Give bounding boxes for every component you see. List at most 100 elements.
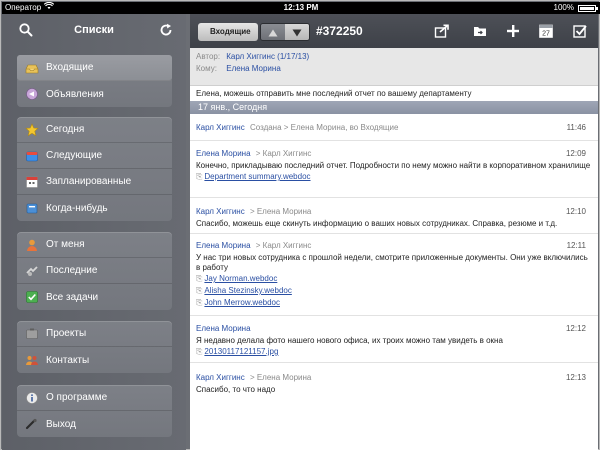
message-sender[interactable]: Елена Морина (196, 149, 251, 158)
forward-icon[interactable] (434, 23, 450, 39)
author-label: Автор: (196, 52, 221, 61)
ticket-subject: Елена, можешь отправить мне последний от… (190, 87, 598, 101)
announcements-icon (25, 87, 39, 101)
arrow-up-icon (268, 24, 278, 40)
sidebar-item-inbox[interactable]: Входящие (17, 55, 172, 81)
status-bar: Оператор 12:13 PM 100% (2, 1, 600, 14)
status-time: 12:13 PM (283, 3, 319, 12)
message-text: Спасибо, можешь еще скинуть информацию о… (196, 219, 558, 228)
sidebar-item-label: Запланированные (46, 176, 132, 187)
message-text: Конечно, прикладываю последний отчет. По… (196, 161, 591, 170)
sidebar-item-label: О программе (46, 392, 108, 403)
sidebar-item-recent[interactable]: Последние (17, 258, 172, 284)
attachment-link[interactable]: ⎘ Department summary.webdoc (196, 171, 592, 183)
message-recipient: > Елена Морина (249, 373, 312, 382)
sidebar-item-today[interactable]: Сегодня (17, 117, 172, 143)
paperclip-icon: ⎘ (196, 347, 203, 356)
sidebar-item-announcements[interactable]: Объявления (17, 81, 172, 107)
attachment-name: Department summary.webdoc (204, 172, 311, 181)
sidebar-header: Списки (2, 14, 186, 48)
sidebar-item-label: Выход (46, 418, 76, 430)
someday-box-icon (25, 201, 39, 215)
message-text: Спасибо, то что надо (196, 385, 276, 394)
sidebar-group-schedule: Сегодня Следующие Запланированные Когда-… (17, 117, 172, 221)
message-recipient: > Елена Морина (249, 207, 312, 216)
paperclip-icon: ⎘ (196, 172, 203, 181)
ticket-number: #372250 (316, 24, 363, 38)
message-list: Карл Хиггинс Создана > Елена Морина, во … (190, 114, 598, 450)
sidebar-item-about[interactable]: О программе (17, 385, 172, 411)
attachment-name: Jay Norman.webdoc (204, 274, 278, 283)
message-sender[interactable]: Елена Морина (196, 241, 251, 250)
attachment-link[interactable]: ⎘ 20130117121157.jpg (196, 346, 592, 358)
sidebar-item-from-me[interactable]: От меня (17, 232, 172, 258)
paperclip-icon: ⎘ (196, 298, 203, 307)
message-recipient: > Карл Хиггинс (255, 149, 312, 158)
mark-done-icon[interactable] (572, 23, 588, 39)
sidebar-item-next[interactable]: Следующие (17, 143, 172, 169)
sidebar-item-contacts[interactable]: Контакты (17, 347, 172, 373)
app-frame: Оператор 12:13 PM 100% Списки Входящие О… (0, 0, 600, 450)
move-to-folder-icon[interactable] (472, 23, 488, 39)
sidebar: Списки Входящие Объявления Сегодня Следу… (2, 14, 186, 450)
previous-ticket-button[interactable] (261, 24, 285, 40)
attachment-link[interactable]: ⎘ John Merrow.webdoc (196, 297, 592, 309)
refresh-icon[interactable] (158, 22, 174, 38)
sidebar-item-label: Все задачи (46, 291, 99, 303)
calendar-icon[interactable]: 27 (538, 23, 554, 39)
recipient-link[interactable]: Елена Морина (226, 64, 281, 73)
ticket-header: Автор: Карл Хиггинс (1/17/13) Кому: Елен… (190, 48, 598, 86)
sidebar-item-label: Объявления (46, 88, 104, 100)
date-separator: 17 янв., Сегодня (190, 101, 598, 114)
sidebar-group-tasks: От меня Последние Все задачи (17, 232, 172, 310)
message-sender[interactable]: Карл Хиггинс (196, 207, 245, 216)
message-recipient: > Карл Хиггинс (255, 241, 312, 250)
author-link[interactable]: Карл Хиггинс (1/17/13) (226, 52, 309, 61)
sidebar-group-inbox: Входящие Объявления (17, 55, 172, 107)
add-icon[interactable] (505, 23, 521, 39)
list-item: Карл Хиггинс > Елена Морина 12:10 Спасиб… (190, 202, 598, 234)
message-sender[interactable]: Карл Хиггинс (196, 373, 245, 382)
list-item: Елена Морина > Карл Хиггинс 12:11 У нас … (190, 236, 598, 316)
battery-icon (578, 5, 598, 12)
calendar-icon (25, 175, 39, 189)
sidebar-group-projects: Проекты Контакты (17, 321, 172, 373)
attachment-link[interactable]: ⎘ Jay Norman.webdoc (196, 273, 592, 285)
sidebar-item-label: Когда-нибудь (46, 202, 108, 214)
ticket-detail-pane: Входящие #372250 27 Автор: Карл Хиггинс … (190, 14, 598, 450)
sidebar-item-label: Следующие (46, 150, 103, 161)
message-time: 11:46 (566, 123, 586, 132)
ticket-toolbar: Входящие #372250 27 (190, 14, 598, 48)
inbox-tray-icon (25, 61, 39, 75)
message-sender[interactable]: Елена Морина (196, 324, 251, 333)
next-ticket-button[interactable] (285, 24, 309, 40)
calendar-day: 27 (542, 31, 550, 38)
list-item: Елена Морина 12:12 Я недавно делала фото… (190, 319, 598, 363)
star-icon (25, 122, 39, 137)
info-icon (25, 391, 39, 405)
sidebar-item-someday[interactable]: Когда-нибудь (17, 195, 172, 221)
list-item: Карл Хиггинс Создана > Елена Морина, во … (190, 114, 598, 141)
all-tasks-icon (25, 290, 39, 304)
recent-icon (25, 264, 39, 278)
message-recipient: Создана > Елена Морина, во Входящие (249, 123, 399, 132)
message-sender[interactable]: Карл Хиггинс (196, 123, 245, 132)
sidebar-item-projects[interactable]: Проекты (17, 321, 172, 347)
arrow-down-icon (292, 24, 302, 40)
sidebar-item-all-tasks[interactable]: Все задачи (17, 284, 172, 310)
projects-icon (25, 327, 39, 341)
attachment-name: Alisha Stezinsky.webdoc (204, 286, 292, 295)
list-item: Карл Хиггинс > Елена Морина 12:13 Спасиб… (190, 367, 598, 397)
sidebar-group-app: О программе Выход (17, 385, 172, 437)
author-row: Автор: Карл Хиггинс (1/17/13) (196, 51, 592, 63)
message-time: 12:13 (565, 373, 586, 382)
message-time: 12:11 (566, 241, 586, 250)
sidebar-item-logout[interactable]: Выход (17, 411, 172, 437)
sidebar-item-scheduled[interactable]: Запланированные (17, 169, 172, 195)
attachment-name: 20130117121157.jpg (204, 347, 279, 356)
back-to-inbox-button[interactable]: Входящие (198, 23, 258, 41)
attachment-link[interactable]: ⎘ Alisha Stezinsky.webdoc (196, 285, 592, 297)
message-text: У нас три новых сотрудника с прошлой нед… (196, 253, 588, 272)
sidebar-item-label: Проекты (46, 328, 87, 339)
message-time: 12:10 (565, 207, 586, 216)
